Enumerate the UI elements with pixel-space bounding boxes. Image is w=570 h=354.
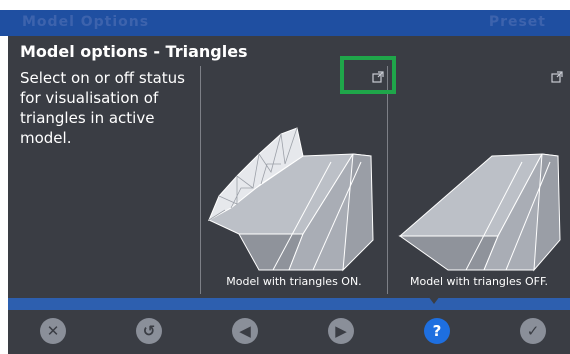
- image-column-triangles-off: Model with triangles OFF.: [388, 62, 570, 294]
- highlight-box: [340, 56, 396, 94]
- model-image-triangles-on: [207, 127, 374, 272]
- image-caption-off: Model with triangles OFF.: [409, 275, 549, 288]
- help-icon: ?: [432, 322, 442, 340]
- model-image-triangles-off: [398, 153, 561, 272]
- help-pointer-notch: [428, 296, 440, 304]
- help-button[interactable]: ?: [424, 318, 450, 344]
- confirm-button[interactable]: ✓: [520, 318, 546, 344]
- header-title: Model Options: [22, 14, 150, 30]
- panel-description: Select on or off status for visualisatio…: [20, 69, 185, 147]
- help-panel: Model options - Triangles Select on or o…: [8, 36, 570, 298]
- external-link-icon[interactable]: [548, 68, 566, 86]
- header-right-label: Preset: [488, 14, 546, 30]
- image-caption-on: Model with triangles ON.: [226, 275, 362, 288]
- reset-button[interactable]: ↺: [136, 318, 162, 344]
- panel-title: Model options - Triangles: [20, 42, 248, 61]
- separator-bar: [8, 298, 570, 310]
- reset-icon: ↺: [142, 322, 156, 340]
- app-window: Model Options Preset Model options - Tri…: [0, 0, 570, 354]
- next-button[interactable]: ▶: [328, 318, 354, 344]
- close-icon: ✕: [46, 322, 60, 340]
- confirm-icon: ✓: [526, 322, 540, 340]
- image-column-triangles-on: Model with triangles ON.: [201, 62, 387, 294]
- next-icon: ▶: [335, 322, 347, 340]
- previous-icon: ◀: [239, 322, 251, 340]
- bottom-toolbar: ✕ ↺ ◀ ▶ ? ✓: [8, 310, 570, 354]
- previous-button[interactable]: ◀: [232, 318, 258, 344]
- close-button[interactable]: ✕: [40, 318, 66, 344]
- header-bar: Model Options Preset: [0, 10, 570, 36]
